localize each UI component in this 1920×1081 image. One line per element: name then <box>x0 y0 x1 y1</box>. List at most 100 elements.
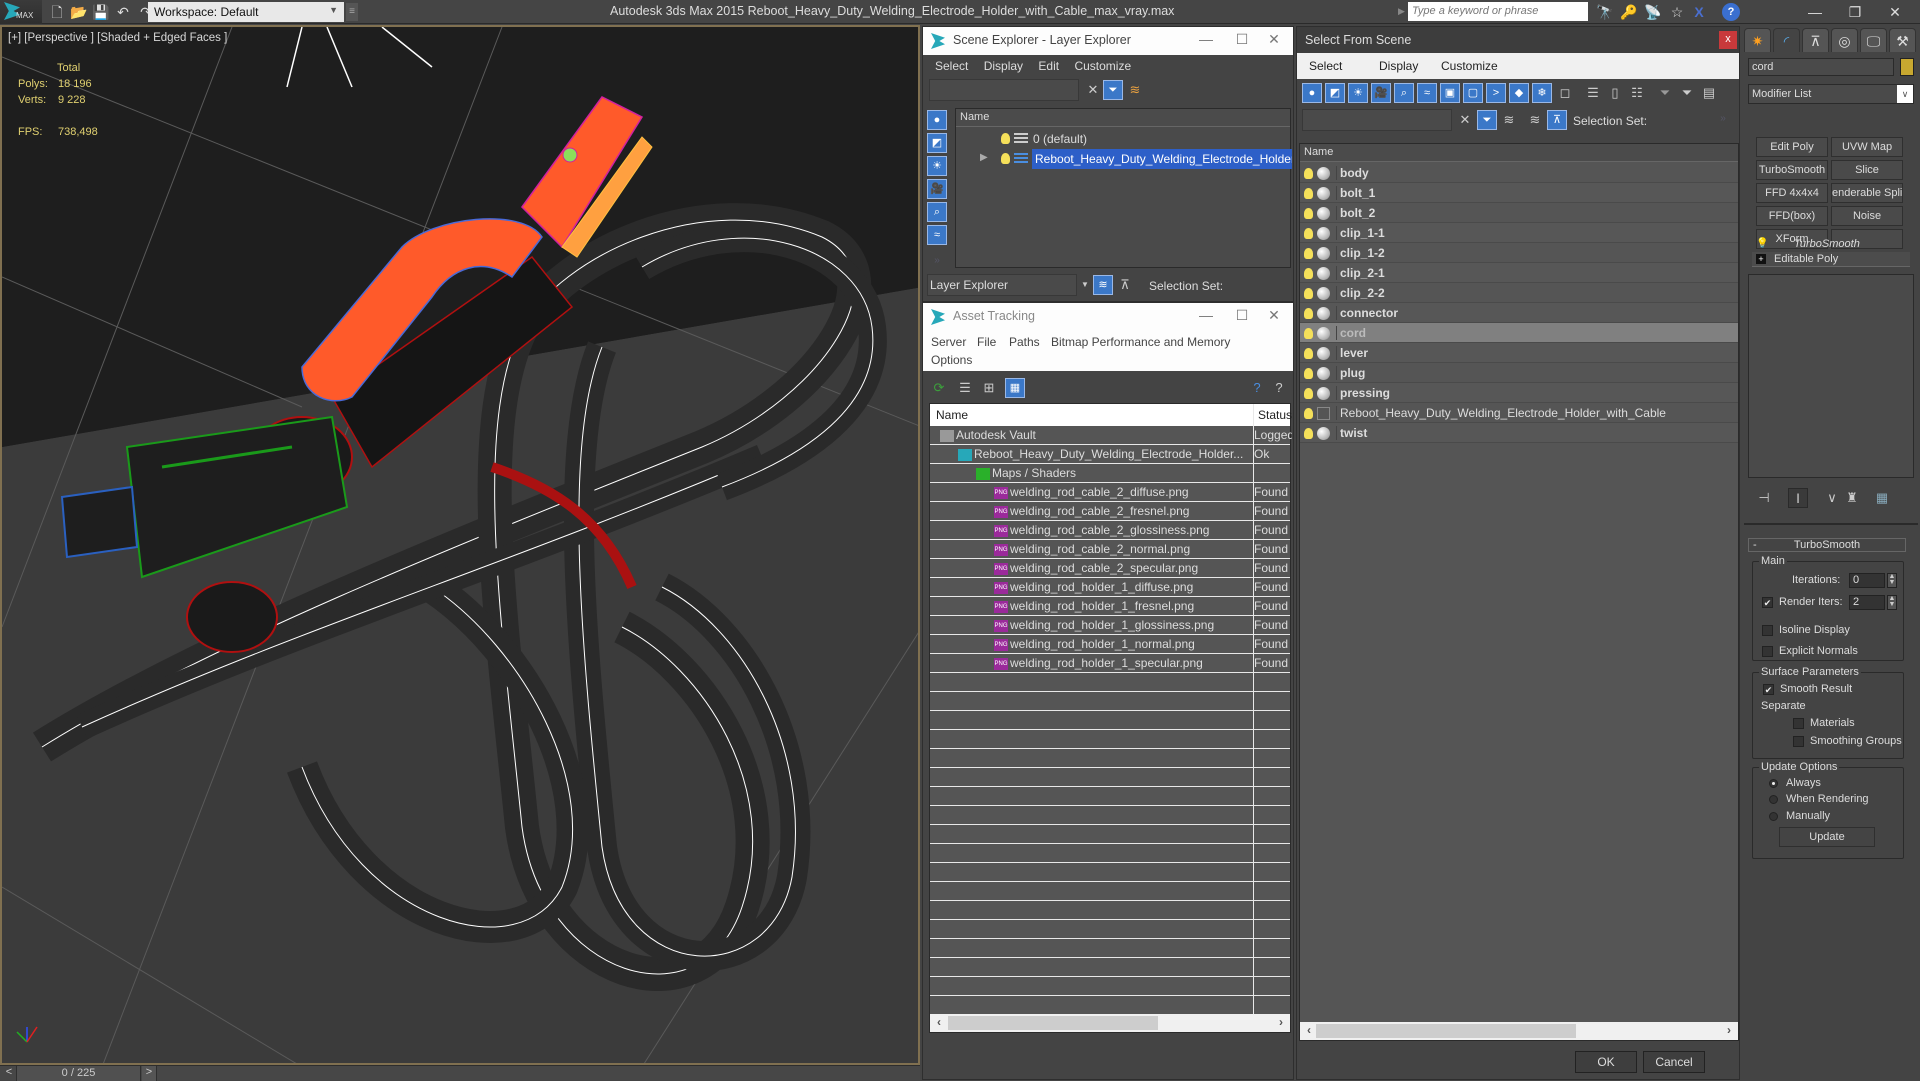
spacewarps-filter-icon[interactable]: ≈ <box>927 225 947 245</box>
modifier-button[interactable]: UVW Map <box>1831 137 1903 157</box>
scroll-left-icon[interactable]: ‹ <box>1302 1023 1316 1037</box>
layer-row[interactable]: 0 (default) <box>956 129 1290 149</box>
visibility-bulb-icon[interactable] <box>1304 428 1313 440</box>
exchange-apps-icon[interactable]: X <box>1690 3 1708 21</box>
lights-filter-icon[interactable]: ☀ <box>1348 83 1368 103</box>
sort-by-layers-icon[interactable]: ≋ <box>1525 110 1545 130</box>
server-help-icon[interactable]: ? <box>1247 378 1267 398</box>
hidden-filter-icon[interactable]: ◻ <box>1555 83 1575 103</box>
visibility-bulb-icon[interactable] <box>1304 228 1313 240</box>
object-row[interactable]: clip_2-1 <box>1300 263 1738 283</box>
visibility-bulb-icon[interactable] <box>1304 288 1313 300</box>
find-input[interactable] <box>1302 109 1452 131</box>
object-row[interactable]: pressing <box>1300 383 1738 403</box>
modifier-button[interactable]: Edit Poly <box>1756 137 1828 157</box>
object-name-input[interactable]: cord <box>1748 58 1894 76</box>
time-slider-thumb[interactable]: 0 / 225 <box>16 1066 141 1081</box>
asset-row[interactable]: PNG welding_rod_holder_1_normal.png Found <box>930 635 1290 654</box>
filter-settings-icon[interactable]: ⏷ <box>1677 83 1697 103</box>
asset-tracking-titlebar[interactable]: Asset Tracking — ☐ ✕ <box>923 303 1293 331</box>
pin-stack-icon[interactable]: ⊣ <box>1754 488 1774 508</box>
menu-options[interactable]: Options <box>931 353 972 367</box>
close-button[interactable]: ✕ <box>1880 2 1910 22</box>
key-icon[interactable]: 🔑 <box>1620 3 1638 21</box>
shapes-filter-icon[interactable]: ◩ <box>1325 83 1345 103</box>
select-all-icon[interactable]: ☰ <box>1583 83 1603 103</box>
make-unique-icon[interactable]: ∨ <box>1822 488 1842 508</box>
asset-row[interactable]: PNG welding_rod_cable_2_fresnel.png Found <box>930 502 1290 521</box>
list-view-icon[interactable]: ☰ <box>955 378 975 398</box>
geometry-filter-icon[interactable]: ● <box>927 110 947 130</box>
object-row[interactable]: connector <box>1300 303 1738 323</box>
asset-row[interactable]: PNG welding_rod_cable_2_diffuse.png Found <box>930 483 1290 502</box>
modifier-button[interactable]: TurboSmooth <box>1756 160 1828 180</box>
visibility-bulb-icon[interactable] <box>1304 208 1313 220</box>
visibility-bulb-icon[interactable] <box>1304 388 1313 400</box>
menu-select[interactable]: Select <box>1309 59 1342 73</box>
show-end-result-icon[interactable]: Ⅰ <box>1788 488 1808 508</box>
render-iters-spinner[interactable]: ▲ ▼ <box>1887 595 1897 610</box>
horizontal-scrollbar[interactable]: ‹ › <box>930 1014 1290 1032</box>
menu-bitmap-performance[interactable]: Bitmap Performance and Memory <box>1051 335 1230 349</box>
visibility-bulb-icon[interactable] <box>1304 168 1313 180</box>
binoculars-icon[interactable]: 🔭 <box>1596 3 1614 21</box>
visibility-bulb-icon[interactable] <box>1304 408 1313 420</box>
explicit-normals-checkbox[interactable] <box>1762 646 1773 657</box>
layer-settings-icon[interactable]: ≋ <box>1125 80 1145 100</box>
create-tab-icon[interactable]: ✷ <box>1744 28 1771 52</box>
visibility-bulb-icon[interactable] <box>1001 153 1010 164</box>
asset-row[interactable]: PNG welding_rod_holder_1_diffuse.png Found <box>930 578 1290 597</box>
sort-by-hierarchy-icon[interactable]: ⊼ <box>1547 110 1567 130</box>
modifier-list-dropdown[interactable]: Modifier List ∨ <box>1748 84 1914 104</box>
menu-edit[interactable]: Edit <box>1038 59 1059 73</box>
sort-by-hierarchy-icon[interactable]: ⊼ <box>1115 275 1135 295</box>
xrefs-filter-icon[interactable]: ▢ <box>1463 83 1483 103</box>
helpers-filter-icon[interactable]: ⌕ <box>1394 83 1414 103</box>
menu-customize[interactable]: Customize <box>1441 59 1498 73</box>
menu-select[interactable]: Select <box>935 59 968 73</box>
update-button[interactable]: Update <box>1779 827 1875 847</box>
explorer-type-dropdown[interactable]: Layer Explorer <box>927 274 1077 296</box>
object-row[interactable]: clip_2-2 <box>1300 283 1738 303</box>
close-button[interactable]: ✕ <box>1259 31 1289 48</box>
visibility-bulb-icon[interactable] <box>1304 248 1313 260</box>
visibility-bulb-icon[interactable] <box>1304 308 1313 320</box>
groups-filter-icon[interactable]: ▣ <box>1440 83 1460 103</box>
open-file-icon[interactable]: 📂 <box>70 3 88 21</box>
select-from-scene-titlebar[interactable]: Select From Scene x <box>1297 27 1739 53</box>
object-row[interactable]: lever <box>1300 343 1738 363</box>
maximize-button[interactable]: ☐ <box>1227 31 1257 48</box>
find-input[interactable] <box>929 79 1079 101</box>
favorites-star-icon[interactable]: ☆ <box>1668 3 1686 21</box>
minimize-button[interactable]: — <box>1800 2 1830 22</box>
asset-row[interactable]: PNG welding_rod_holder_1_fresnel.png Found <box>930 597 1290 616</box>
sort-by-layers-icon[interactable]: ≋ <box>1093 275 1113 295</box>
object-row[interactable]: plug <box>1300 363 1738 383</box>
cameras-filter-icon[interactable]: 🎥 <box>927 179 947 199</box>
asset-row[interactable]: PNG welding_rod_holder_1_specular.png Foun… <box>930 654 1290 673</box>
render-iters-input[interactable]: 2 <box>1849 595 1885 610</box>
modify-tab-icon[interactable]: ◜ <box>1773 28 1800 52</box>
hierarchy-tab-icon[interactable]: ⊼ <box>1802 28 1829 52</box>
viewport-label[interactable]: [+] [Perspective ] [Shaded + Edged Faces… <box>8 32 227 44</box>
satellite-icon[interactable]: 📡 <box>1644 3 1662 21</box>
close-button[interactable]: ✕ <box>1259 307 1289 324</box>
filter-icon[interactable]: ⏷ <box>1103 80 1123 100</box>
modifier-stack-item[interactable]: 💡 TurboSmooth <box>1752 238 1910 252</box>
minimize-button[interactable]: — <box>1191 31 1221 47</box>
clear-find-icon[interactable]: ✕ <box>1083 80 1103 100</box>
layer-settings-icon[interactable]: ≋ <box>1499 110 1519 130</box>
asset-row[interactable]: PNG welding_rod_cable_2_glossiness.png Fou… <box>930 521 1290 540</box>
status-column-header[interactable]: Status <box>1258 408 1292 422</box>
visibility-bulb-icon[interactable] <box>1304 368 1313 380</box>
help-search-input[interactable]: Type a keyword or phrase <box>1408 2 1588 21</box>
isoline-display-checkbox[interactable] <box>1762 625 1773 636</box>
cancel-button[interactable]: Cancel <box>1643 1051 1705 1073</box>
render-iters-checkbox[interactable]: ✔ <box>1762 597 1773 608</box>
clear-find-icon[interactable]: ✕ <box>1455 110 1475 130</box>
menu-display[interactable]: Display <box>984 59 1023 73</box>
helpers-filter-icon[interactable]: ⌕ <box>927 202 947 222</box>
shapes-filter-icon[interactable]: ◩ <box>927 133 947 153</box>
object-row[interactable]: Reboot_Heavy_Duty_Welding_Electrode_Hold… <box>1300 403 1738 423</box>
ok-button[interactable]: OK <box>1575 1051 1637 1073</box>
